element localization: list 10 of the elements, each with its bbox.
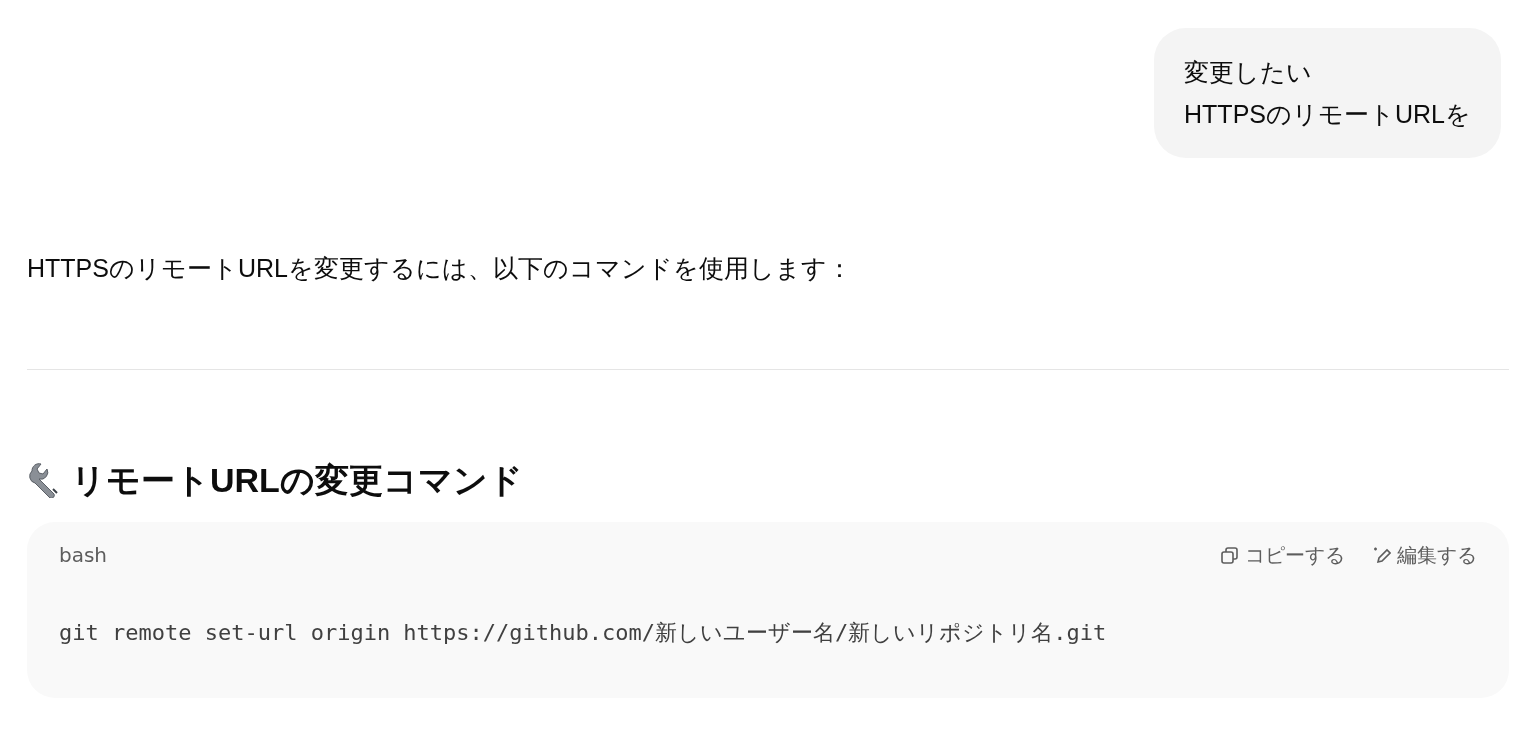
copy-icon (1219, 545, 1239, 565)
edit-button[interactable]: 編集する (1371, 540, 1477, 570)
code-line: git remote set-url origin https://github.com/新しいユーザー名/新しいリポジトリ名.git (59, 619, 1108, 647)
message-line: HTTPSのリモートURLを (1184, 99, 1471, 130)
pencil-icon (1371, 545, 1391, 565)
message-line: 変更したい (1184, 57, 1314, 88)
section-heading: リモートURLの変更コマンド (71, 460, 523, 501)
language-label: bash (59, 542, 108, 569)
copy-button[interactable]: コピーする (1219, 540, 1345, 570)
reply-paragraph: HTTPSのリモートURLを変更するには、以下のコマンドを使用します： (27, 253, 853, 284)
